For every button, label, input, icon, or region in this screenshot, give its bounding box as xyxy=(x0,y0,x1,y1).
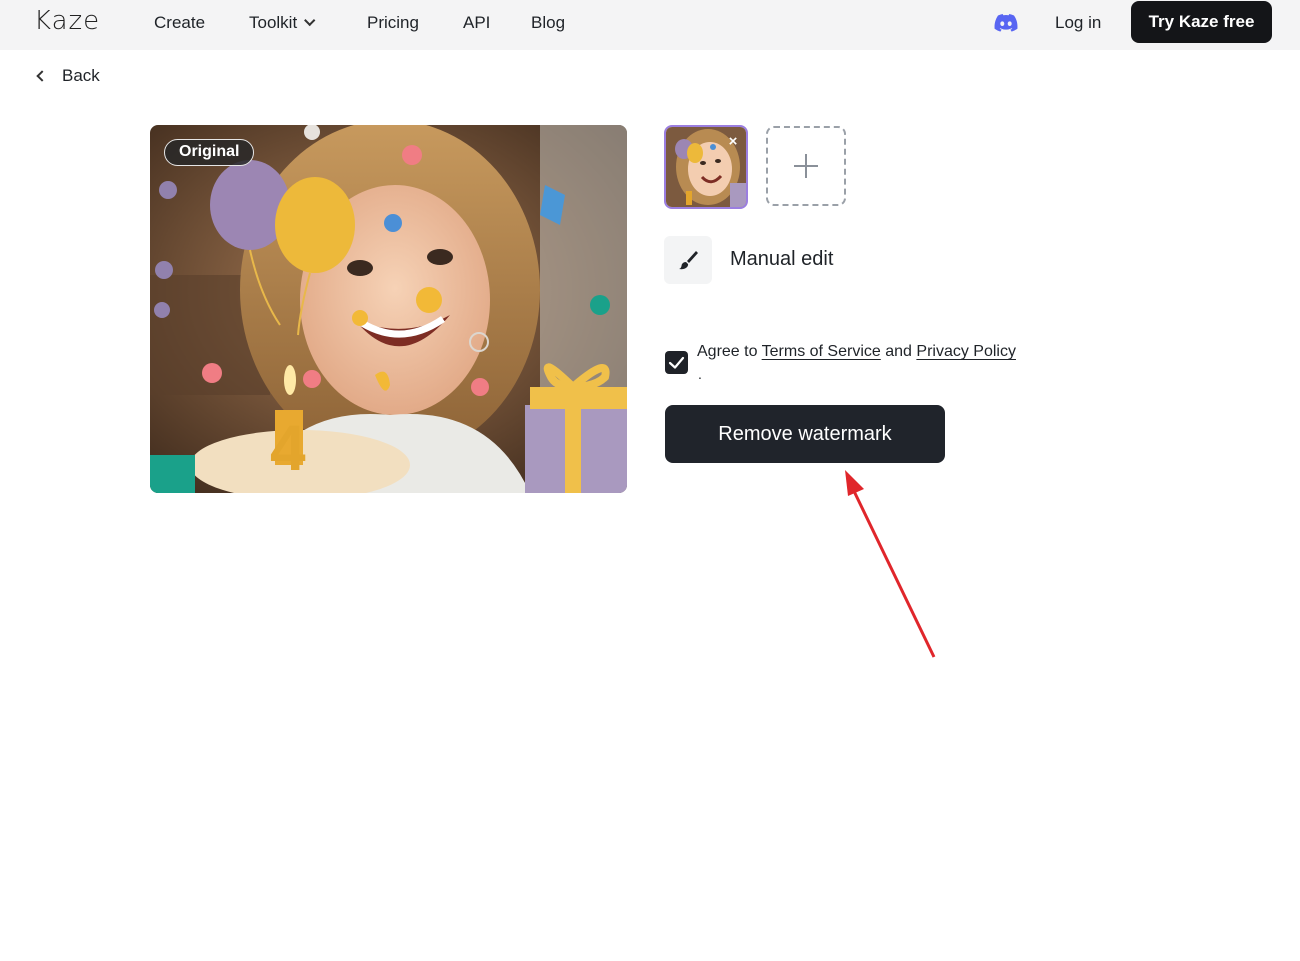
back-link[interactable]: Back xyxy=(34,66,100,86)
try-kaze-free-button[interactable]: Try Kaze free xyxy=(1131,1,1272,43)
nav-blog[interactable]: Blog xyxy=(531,13,565,33)
preview-image: 4 xyxy=(150,125,627,493)
terms-of-service-link[interactable]: Terms of Service xyxy=(762,343,881,360)
add-image-button[interactable] xyxy=(766,126,846,206)
top-navbar: Kaze Create Toolkit Pricing API Blog Log… xyxy=(0,0,1300,50)
chevron-left-icon xyxy=(36,70,48,82)
agree-checkbox[interactable] xyxy=(665,351,688,374)
privacy-policy-link[interactable]: Privacy Policy xyxy=(916,343,1016,360)
back-label: Back xyxy=(62,66,100,85)
nav-create[interactable]: Create xyxy=(154,13,205,33)
chevron-down-icon xyxy=(304,14,316,27)
svg-text:4: 4 xyxy=(270,412,306,484)
discord-icon[interactable] xyxy=(994,13,1018,33)
brush-icon xyxy=(679,251,698,270)
manual-edit-button[interactable] xyxy=(664,236,712,284)
agree-and: and xyxy=(885,343,912,360)
nav-toolkit[interactable]: Toolkit xyxy=(249,13,316,33)
agree-prefix: Agree to xyxy=(697,343,758,360)
nav-api[interactable]: API xyxy=(463,13,490,33)
nav-pricing[interactable]: Pricing xyxy=(367,13,419,33)
nav-toolkit-label: Toolkit xyxy=(249,13,298,32)
manual-edit-label[interactable]: Manual edit xyxy=(730,248,833,271)
login-link[interactable]: Log in xyxy=(1055,13,1101,33)
kaze-logo[interactable]: Kaze xyxy=(34,6,100,36)
remove-thumbnail-icon[interactable]: × xyxy=(724,133,742,151)
agreement-text: Agree to Terms of Service and Privacy Po… xyxy=(697,342,1016,362)
remove-watermark-button[interactable]: Remove watermark xyxy=(665,405,945,463)
agreement-trailing-period: . xyxy=(698,366,702,382)
checkmark-icon xyxy=(668,356,685,369)
original-badge: Original xyxy=(164,139,255,166)
